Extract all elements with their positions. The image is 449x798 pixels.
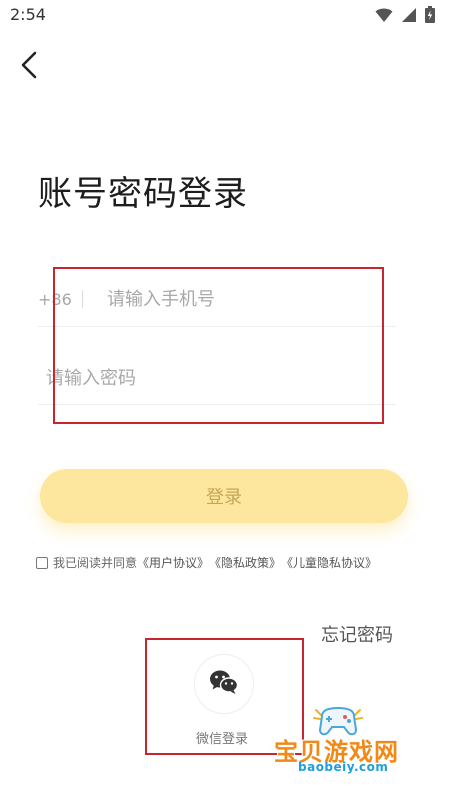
battery-icon <box>425 6 435 23</box>
phone-row: +86 <box>38 272 396 327</box>
forgot-password-link[interactable]: 忘记密码 <box>321 621 393 647</box>
phone-input[interactable] <box>107 288 396 310</box>
country-code-divider <box>82 290 83 308</box>
agreement-prefix: 我已阅读并同意 <box>53 556 138 570</box>
child-privacy-link[interactable]: 《儿童隐私协议》 <box>281 554 377 571</box>
agreement-checkbox[interactable] <box>36 556 48 569</box>
watermark-domain: baobeiy.com <box>298 760 389 774</box>
status-icons <box>375 6 435 23</box>
wechat-icon <box>209 669 239 699</box>
chevron-left-icon <box>19 51 39 83</box>
user-agreement-link[interactable]: 《用户协议》 <box>137 554 209 571</box>
watermark-logo: 宝贝游戏网 baobeiy.com <box>268 704 428 788</box>
privacy-policy-link[interactable]: 《隐私政策》 <box>209 554 281 571</box>
page-title: 账号密码登录 <box>38 174 248 214</box>
wifi-icon <box>375 7 393 23</box>
login-button[interactable]: 登录 <box>40 469 408 523</box>
back-button[interactable] <box>14 51 44 83</box>
agreement-row: 我已阅读并同意 《用户协议》 《隐私政策》 《儿童隐私协议》 <box>36 554 377 571</box>
wechat-login-button[interactable] <box>194 654 254 714</box>
status-bar: 2:54 <box>0 0 449 30</box>
wechat-login-label: 微信登录 <box>196 732 249 747</box>
status-time: 2:54 <box>10 5 46 24</box>
password-input[interactable] <box>38 367 396 389</box>
password-row <box>38 352 396 405</box>
signal-icon <box>401 7 417 23</box>
country-code-selector[interactable]: +86 <box>38 290 78 309</box>
